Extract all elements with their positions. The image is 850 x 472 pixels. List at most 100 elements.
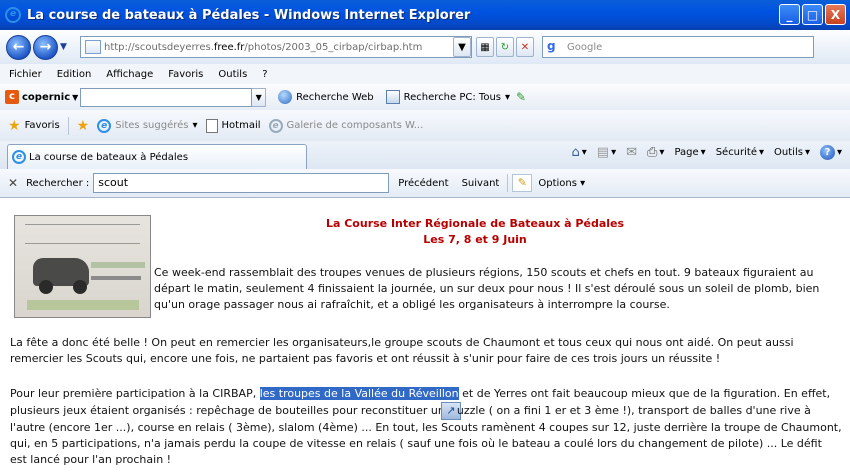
highlight-pen-icon[interactable]: ✎ — [516, 90, 530, 104]
divider — [67, 116, 69, 135]
mail-icon: ✉ — [626, 145, 637, 160]
menu-view[interactable]: Affichage — [106, 69, 153, 80]
stop-icon: ✕ — [520, 41, 530, 53]
copernic-toolbar: c copernic ▼ ▼ Recherche Web Recherche P… — [0, 84, 850, 110]
copernic-menu-dropdown[interactable]: ▼ — [70, 93, 80, 102]
chevron-down-icon: ▾ — [611, 147, 617, 158]
search-box[interactable]: g Google — [542, 36, 814, 58]
menu-tools[interactable]: Outils — [218, 69, 247, 80]
find-label: Rechercher : — [26, 177, 90, 189]
security-menu[interactable]: Sécurité ▾ — [716, 147, 764, 158]
page-menu-label: Page — [674, 147, 699, 158]
stop-button[interactable]: ✕ — [516, 37, 534, 57]
find-bar: ✕ Rechercher : scout Précédent Suivant ✎… — [0, 169, 850, 198]
favorites-label: Favoris — [24, 120, 60, 131]
highlight-pen-icon[interactable]: ✎ — [512, 174, 533, 192]
arrow-left-icon: ← — [12, 39, 25, 55]
mail-button[interactable]: ✉ — [626, 145, 637, 160]
paragraph-results: Pour leur première participation à la CI… — [10, 386, 842, 468]
url-prefix: http://scoutsdeyerres. — [104, 41, 214, 53]
maximize-button[interactable]: □ — [802, 4, 823, 25]
chevron-down-icon: ▾ — [192, 120, 198, 131]
tools-menu[interactable]: Outils ▾ — [774, 147, 810, 158]
add-favorite-button[interactable]: ★ — [77, 118, 90, 134]
poster-text-block — [91, 262, 145, 268]
url-domain: free.fr — [213, 41, 245, 53]
copernic-icon: c — [5, 90, 19, 104]
copernic-logo[interactable]: c copernic — [5, 90, 70, 104]
compatibility-button[interactable]: ▦ — [476, 37, 494, 57]
title-bar: e La course de bateaux à Pédales - Windo… — [0, 0, 850, 30]
heading-line-2: Les 7, 8 et 9 Juin — [423, 233, 527, 246]
window-title: La course de bateaux à Pédales - Windows… — [27, 7, 471, 23]
command-bar: ⌂ ▾ ▤ ▾ ✉ ⎙ ▾ Page ▾ Sécurité ▾ Outils ▾ ? ▾ — [565, 145, 842, 160]
print-button[interactable]: ⎙ ▾ — [647, 145, 664, 160]
home-icon: ⌂ — [571, 145, 580, 160]
menu-favorites[interactable]: Favoris — [168, 69, 203, 80]
pc-search-button[interactable]: Recherche PC: Tous ▾ — [385, 90, 511, 104]
history-dropdown[interactable]: ▼ — [60, 42, 72, 52]
find-options-label: Options — [538, 177, 577, 189]
suggested-sites-label: Sites suggérés — [115, 120, 189, 131]
favorites-button[interactable]: ★ Favoris — [8, 118, 60, 134]
home-button[interactable]: ⌂ ▾ — [571, 145, 586, 160]
window-controls: _ □ X — [779, 4, 846, 25]
address-bar[interactable]: http://scoutsdeyerres.free.fr/photos/200… — [80, 36, 472, 58]
search-input[interactable]: Google — [567, 42, 813, 53]
hotmail-link[interactable]: Hotmail — [205, 118, 261, 133]
close-button[interactable]: X — [825, 4, 846, 25]
copernic-label: copernic — [22, 91, 71, 103]
chevron-down-icon: ▾ — [580, 177, 586, 189]
selected-text[interactable]: les troupes de la Vallée du Réveillon — [259, 387, 459, 400]
address-url[interactable]: http://scoutsdeyerres.free.fr/photos/200… — [104, 42, 453, 53]
add-favorite-icon: ★ — [76, 117, 90, 134]
close-find-icon[interactable]: ✕ — [8, 176, 18, 190]
tools-menu-label: Outils — [774, 147, 803, 158]
menu-edit[interactable]: Edition — [57, 69, 92, 80]
compatibility-icon: ▦ — [480, 41, 490, 53]
ie-logo-icon: e — [5, 7, 21, 23]
event-poster-image — [14, 215, 151, 318]
paragraph-thanks: La fête a donc été belle ! On peut en re… — [10, 336, 794, 365]
forward-button[interactable]: → — [33, 34, 58, 60]
find-options-button[interactable]: Options ▾ — [538, 178, 585, 189]
menu-help[interactable]: ? — [262, 69, 267, 80]
help-icon: ? — [819, 145, 835, 160]
computer-icon — [385, 90, 400, 104]
ie-icon: e — [12, 150, 26, 164]
tab-bar: e La course de bateaux à Pédales ⌂ ▾ ▤ ▾ ✉… — [0, 141, 850, 169]
refresh-button[interactable]: ↻ — [496, 37, 514, 57]
copernic-search-dropdown[interactable]: ▼ — [252, 87, 267, 107]
tab-current[interactable]: e La course de bateaux à Pédales — [7, 144, 307, 169]
find-input[interactable]: scout — [93, 173, 390, 193]
help-button[interactable]: ? ▾ — [819, 145, 842, 160]
chevron-down-icon: ▾ — [759, 147, 765, 158]
url-suffix: /photos/2003_05_cirbap/cirbap.htm — [244, 41, 423, 53]
back-button[interactable]: ← — [6, 34, 31, 60]
find-next-button[interactable]: Suivant — [462, 178, 500, 189]
poster-footer-band — [27, 300, 139, 310]
rss-icon: ▤ — [596, 145, 610, 160]
car-wheel — [73, 280, 87, 294]
paragraph-text: Pour leur première participation à la CI… — [10, 387, 260, 400]
chevron-down-icon: ▾ — [804, 147, 810, 158]
page-icon — [85, 40, 101, 54]
page-menu[interactable]: Page ▾ — [674, 147, 705, 158]
menu-file[interactable]: Fichier — [9, 69, 42, 80]
find-previous-button[interactable]: Précédent — [398, 178, 448, 189]
page-icon — [205, 118, 218, 133]
security-menu-label: Sécurité — [715, 147, 757, 158]
google-icon: g — [547, 39, 556, 53]
refresh-icon: ↻ — [500, 41, 510, 53]
minimize-button[interactable]: _ — [779, 4, 800, 25]
chevron-down-icon: ▾ — [505, 91, 511, 103]
feeds-button[interactable]: ▤ ▾ — [597, 145, 616, 160]
gallery-link[interactable]: e Galerie de composants W... — [268, 118, 423, 133]
arrow-right-icon: → — [39, 39, 52, 55]
copernic-search-input[interactable] — [80, 87, 253, 107]
page-heading: La Course Inter Régionale de Bateaux à P… — [300, 216, 650, 248]
address-dropdown-button[interactable]: ▼ — [453, 37, 471, 57]
chevron-down-icon: ▾ — [581, 147, 587, 158]
suggested-sites-link[interactable]: e Sites suggérés ▾ — [97, 118, 198, 133]
web-search-button[interactable]: Recherche Web — [278, 90, 374, 104]
